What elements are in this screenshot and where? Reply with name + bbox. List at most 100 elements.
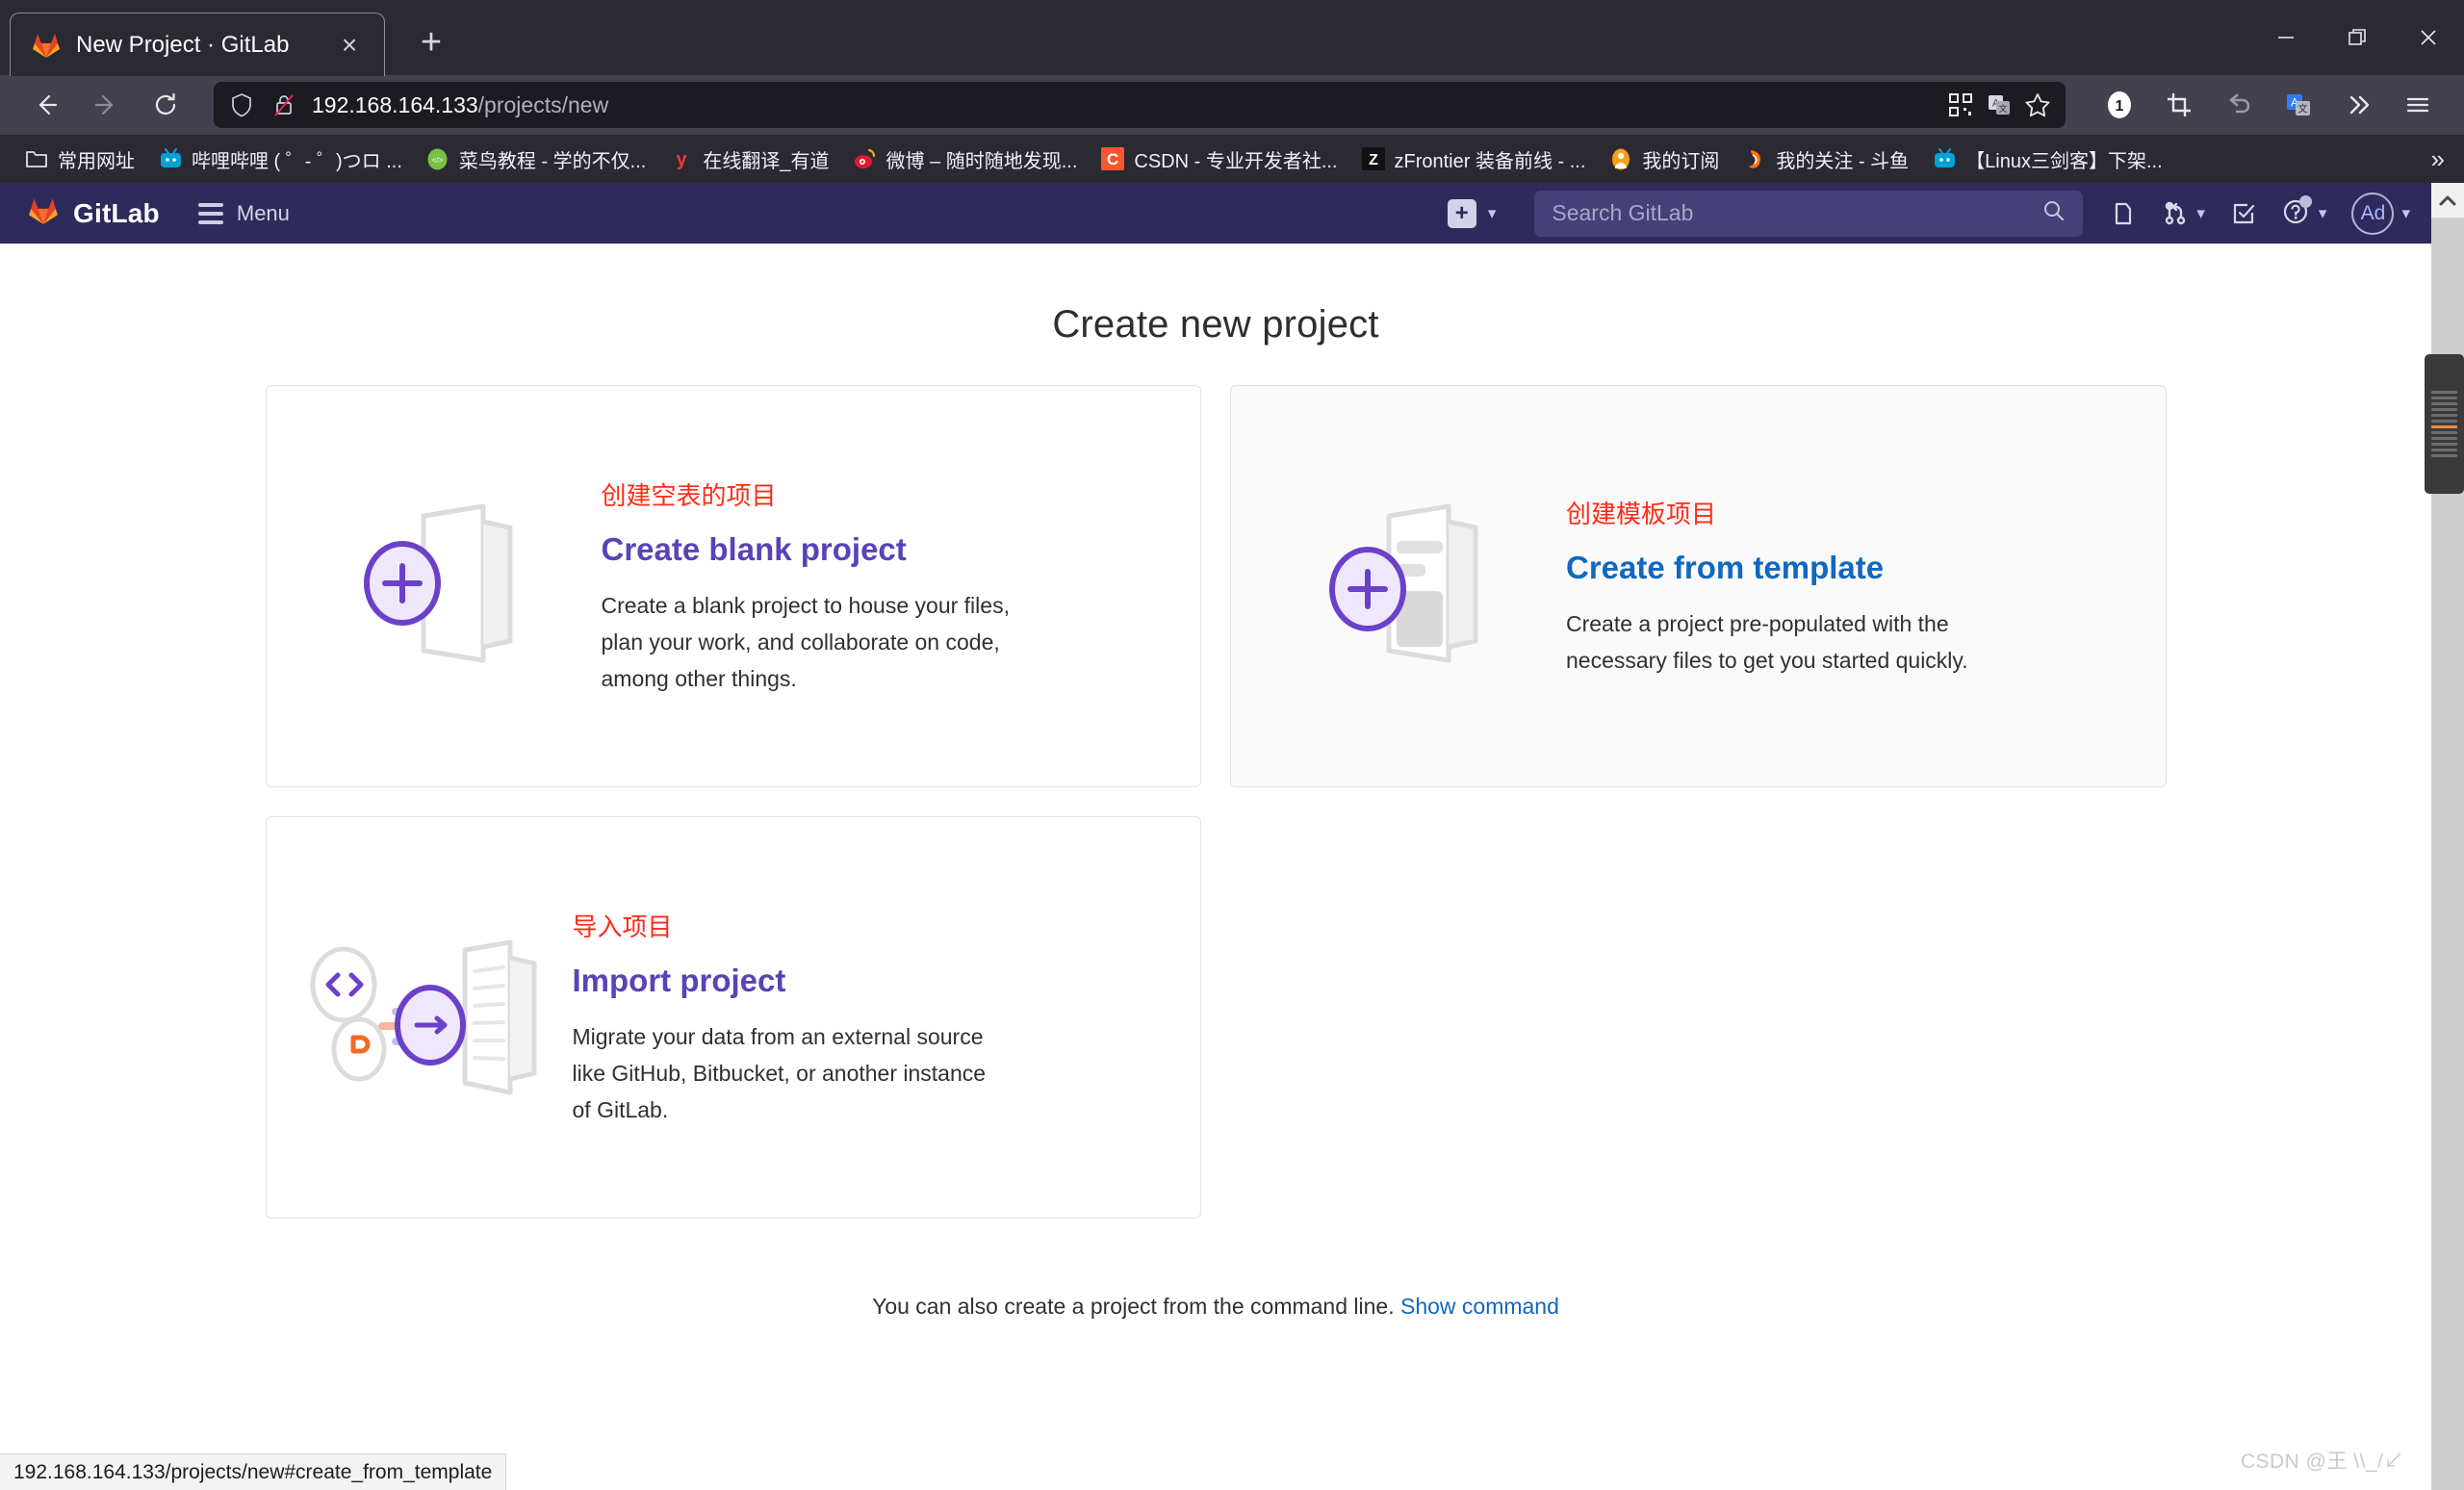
back-arrow-icon[interactable] [19, 78, 73, 132]
chevron-down-icon: ▾ [2196, 203, 2205, 222]
gitlab-fox-icon [32, 31, 61, 60]
bookmark-item[interactable]: y 在线翻译_有道 [658, 141, 839, 178]
card-annotation-zh: 导入项目 [572, 912, 673, 941]
bookmark-label: 【Linux三剑客】下架... [1965, 150, 2163, 172]
youdao-icon: y [669, 146, 694, 171]
scroll-up-arrow-icon[interactable] [2431, 183, 2464, 218]
bookmarks-bar: 常用网址 哔哩哔哩 ( ゜- ゜)つロ ... </> 菜鸟教程 - 学的不仅.… [0, 135, 2464, 183]
forward-arrow-icon[interactable] [79, 78, 133, 132]
tab-strip: New Project · GitLab × + [0, 0, 2464, 76]
gitlab-menu-button[interactable]: Menu [197, 200, 290, 226]
url-bar-actions: A 文 [1946, 90, 2052, 119]
chevron-double-right-icon[interactable] [2331, 78, 2385, 132]
card-description: Migrate your data from an external sourc… [572, 1023, 987, 1122]
create-from-template-card[interactable]: 创建模板项目 Create from template Create a pro… [1230, 385, 2167, 787]
bookmark-item[interactable]: 【Linux三剑客】下架... [1921, 141, 2172, 178]
bookmark-label: CSDN - 专业开发者社... [1134, 150, 1338, 172]
url-host: 192.168.164.133 [312, 91, 478, 117]
svg-text:文: 文 [1998, 103, 2007, 114]
qr-code-icon[interactable] [1946, 90, 1975, 119]
crop-screenshot-icon[interactable] [2152, 78, 2206, 132]
page-content: Create new project 创建空表的项目 Create blank … [0, 244, 2431, 1490]
tab-title: New Project · GitLab [76, 31, 290, 58]
extension-toolbar: 1 A 文 [2092, 78, 2445, 132]
command-line-text: You can also create a project from the c… [872, 1294, 1395, 1319]
template-project-icon [1248, 495, 1566, 678]
menu-label: Menu [236, 200, 290, 225]
window-controls [2250, 0, 2464, 75]
hamburger-menu-icon[interactable] [2391, 78, 2445, 132]
zfrontier-icon: Z [1361, 146, 1386, 171]
bookmarks-overflow-icon[interactable]: » [2422, 141, 2454, 178]
browser-window: New Project · GitLab × + 192.168.164.133… [0, 0, 2464, 1490]
card-title-link[interactable]: Import project [573, 963, 987, 999]
csdn-icon: C [1100, 146, 1125, 171]
bookmark-item[interactable]: 常用网址 [13, 141, 145, 178]
merge-requests-dropdown[interactable]: ▾ [2162, 200, 2205, 227]
create-blank-project-card[interactable]: 创建空表的项目 Create blank project Create a bl… [265, 385, 1201, 787]
avatar: Ad [2351, 192, 2395, 235]
bookmark-label: zFrontier 装备前线 - ... [1394, 150, 1586, 172]
translate-icon[interactable]: A 文 [1985, 90, 2014, 119]
bookmark-label: 微博 – 随时随地发现... [886, 150, 1078, 172]
import-project-icon [284, 929, 573, 1107]
scrollbar-thumb[interactable] [2425, 354, 2464, 494]
shield-icon[interactable] [227, 90, 256, 119]
undo-arrow-icon[interactable] [2212, 78, 2266, 132]
search-icon[interactable] [2042, 199, 2066, 227]
project-type-cards: 创建空表的项目 Create blank project Create a bl… [265, 385, 2167, 1219]
close-icon[interactable] [2393, 0, 2464, 75]
svg-text:Z: Z [1369, 152, 1378, 168]
bookmark-item[interactable]: 微博 – 随时随地发现... [841, 141, 1088, 178]
bookmark-item[interactable]: C CSDN - 专业开发者社... [1090, 141, 1348, 178]
help-notification-dot [2298, 195, 2312, 208]
bookmark-item[interactable]: 我的关注 - 斗鱼 [1732, 141, 1919, 178]
extension-badge-icon[interactable]: 1 [2092, 78, 2146, 132]
tab-close-icon[interactable]: × [336, 31, 363, 59]
maximize-icon[interactable] [2322, 0, 2393, 75]
bookmark-label: 常用网址 [58, 150, 135, 172]
show-command-link[interactable]: Show command [1400, 1294, 1559, 1319]
folder-icon [24, 146, 49, 171]
url-path: /projects/new [477, 91, 609, 117]
user-menu-dropdown[interactable]: Ad ▾ [2351, 192, 2410, 235]
help-dropdown[interactable]: ▾ [2282, 195, 2326, 230]
minimize-icon[interactable] [2250, 0, 2322, 75]
translate-extension-icon[interactable]: A 文 [2272, 78, 2325, 132]
weibo-icon [852, 146, 877, 171]
card-title-link[interactable]: Create blank project [602, 531, 1015, 568]
douyu-icon [1742, 146, 1767, 171]
bookmark-label: 我的订阅 [1642, 150, 1720, 172]
web-page: GitLab Menu + ▾ Search GitLab ▾ ▾ Ad ▾ C… [0, 183, 2431, 1490]
gitlab-logo-link[interactable]: GitLab [27, 195, 160, 231]
search-placeholder: Search GitLab [1552, 200, 1694, 225]
blank-project-icon [284, 495, 602, 678]
page-scrollbar[interactable] [2425, 183, 2464, 1490]
star-icon[interactable] [2023, 90, 2052, 119]
page-viewport: GitLab Menu + ▾ Search GitLab ▾ ▾ Ad ▾ C… [0, 183, 2464, 1490]
new-tab-button[interactable]: + [402, 13, 460, 71]
card-annotation-zh: 创建模板项目 [1566, 499, 1717, 528]
status-bar-link-preview: 192.168.164.133/projects/new#create_from… [0, 1453, 507, 1490]
bookmark-item[interactable]: 我的订阅 [1598, 141, 1730, 178]
bookmark-label: 在线翻译_有道 [703, 150, 830, 172]
todos-icon[interactable] [2230, 200, 2257, 227]
command-line-note: You can also create a project from the c… [0, 1294, 2431, 1320]
bookmark-item[interactable]: </> 菜鸟教程 - 学的不仅... [415, 141, 656, 178]
card-title-link[interactable]: Create from template [1566, 550, 1980, 586]
plus-icon: + [1447, 198, 1476, 228]
reload-icon[interactable] [139, 78, 192, 132]
search-input[interactable]: Search GitLab [1534, 190, 2084, 237]
bookmark-item[interactable]: 哔哩哔哩 ( ゜- ゜)つロ ... [147, 141, 413, 178]
url-bar[interactable]: 192.168.164.133/projects/new A 文 [214, 82, 2066, 128]
lock-insecure-icon[interactable] [270, 90, 298, 119]
import-project-card[interactable]: 导入项目 Import project Migrate your data fr… [265, 816, 1201, 1219]
gitlab-top-navbar: GitLab Menu + ▾ Search GitLab ▾ ▾ Ad ▾ [0, 183, 2431, 244]
browser-tab[interactable]: New Project · GitLab × [10, 13, 385, 76]
card-body: 创建模板项目 Create from template Create a pro… [1566, 495, 2018, 679]
bookmark-item[interactable]: Z zFrontier 装备前线 - ... [1350, 141, 1597, 178]
svg-text:</>: </> [432, 156, 444, 165]
issues-icon[interactable] [2110, 200, 2137, 227]
card-body: 创建空表的项目 Create blank project Create a bl… [602, 476, 1054, 697]
create-new-dropdown[interactable]: + ▾ [1447, 198, 1496, 228]
